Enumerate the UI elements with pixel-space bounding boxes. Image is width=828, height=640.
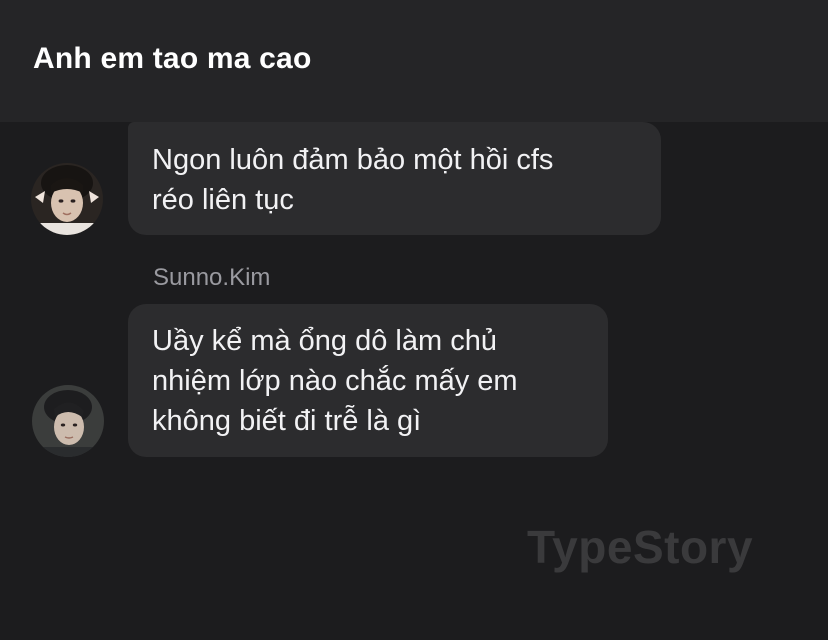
sender-name: Sunno.Kim <box>153 264 271 291</box>
person-avatar-icon <box>31 163 103 235</box>
person-avatar-icon <box>32 385 104 457</box>
message-list[interactable]: Ngon luôn đảm bảo một hồi cfs réo liên t… <box>0 122 828 640</box>
watermark-logo: TypeStory <box>527 521 754 573</box>
chat-header: Anh em tao ma cao <box>0 0 828 122</box>
avatar[interactable] <box>32 385 104 457</box>
message-bubble[interactable]: Uầy kể mà ổng dô làm chủ nhiệm lớp nào c… <box>128 304 608 457</box>
chat-title[interactable]: Anh em tao ma cao <box>33 42 311 76</box>
avatar[interactable] <box>31 163 103 235</box>
message-bubble[interactable]: Ngon luôn đảm bảo một hồi cfs réo liên t… <box>128 122 661 235</box>
